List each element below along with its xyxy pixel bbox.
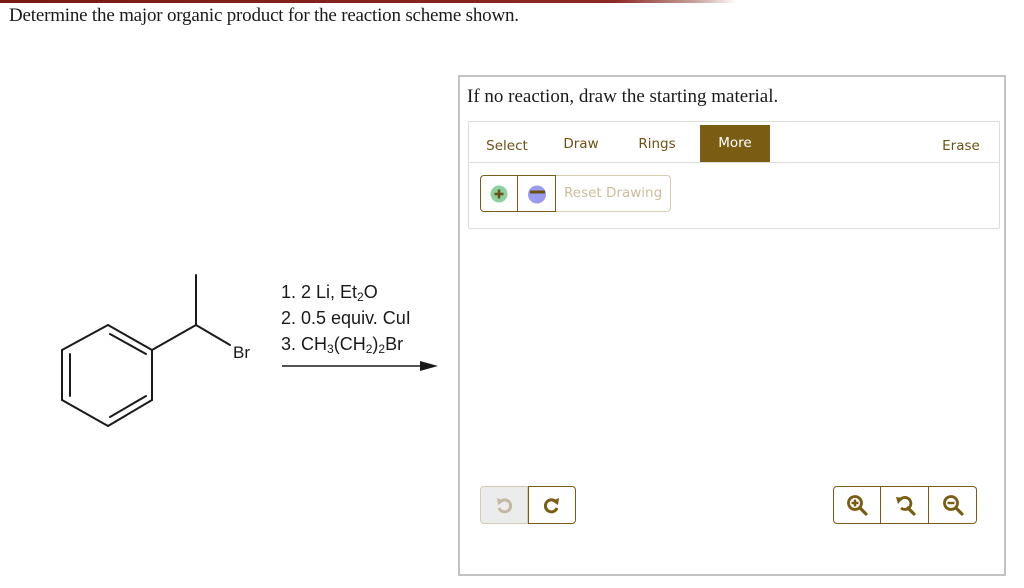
zoom-out-button[interactable] — [929, 486, 977, 524]
ring-bond — [61, 324, 109, 351]
ring-bond — [107, 399, 153, 427]
redo-icon — [544, 498, 559, 514]
zoom-in-button[interactable] — [833, 486, 881, 524]
reagent-step-2: 2. 0.5 equiv. CuI — [281, 308, 411, 328]
minus-circle-icon — [527, 185, 546, 203]
reset-view-button[interactable] — [881, 486, 929, 524]
zoom-in-icon — [847, 495, 868, 516]
reset-view-icon — [895, 496, 916, 516]
ring-to-ch-bond — [151, 324, 197, 351]
reaction-scheme: Br 1. 2 Li, Et2O 2. 0.5 equiv. CuI 3. CH… — [0, 0, 460, 588]
tool-tabs: Select Draw Rings More Erase — [469, 122, 999, 163]
undo-icon — [497, 498, 512, 514]
tab-draw[interactable]: Draw — [549, 126, 613, 162]
bromine-label: Br — [233, 343, 250, 362]
increase-charge-button[interactable] — [480, 175, 518, 212]
charge-tools: Reset Drawing — [480, 175, 672, 213]
c-br-bond — [195, 324, 231, 346]
undo-button[interactable] — [480, 486, 528, 524]
decrease-charge-button[interactable] — [518, 175, 556, 212]
tab-more[interactable]: More — [700, 125, 770, 162]
redo-button[interactable] — [528, 486, 576, 524]
reset-drawing-button[interactable]: Reset Drawing — [556, 175, 672, 212]
reaction-arrow-head — [420, 361, 438, 371]
ring-bond — [61, 399, 109, 427]
tab-select[interactable]: Select — [475, 128, 539, 164]
zoom-out-icon — [942, 495, 964, 516]
instruction-text: If no reaction, draw the starting materi… — [467, 86, 779, 107]
history-controls — [480, 486, 576, 524]
drawing-answer-panel: If no reaction, draw the starting materi… — [458, 75, 1006, 576]
reagent-step-1: 1. 2 Li, Et2O — [281, 282, 378, 304]
tab-rings[interactable]: Rings — [625, 126, 689, 162]
starting-material-structure — [61, 274, 438, 427]
tab-erase[interactable]: Erase — [931, 128, 991, 164]
view-controls — [833, 486, 977, 524]
drawing-toolbar: Select Draw Rings More Erase Reset Drawi — [468, 121, 1000, 229]
reagent-step-3: 3. CH3(CH2)2Br — [281, 334, 404, 356]
plus-circle-icon — [490, 185, 508, 202]
